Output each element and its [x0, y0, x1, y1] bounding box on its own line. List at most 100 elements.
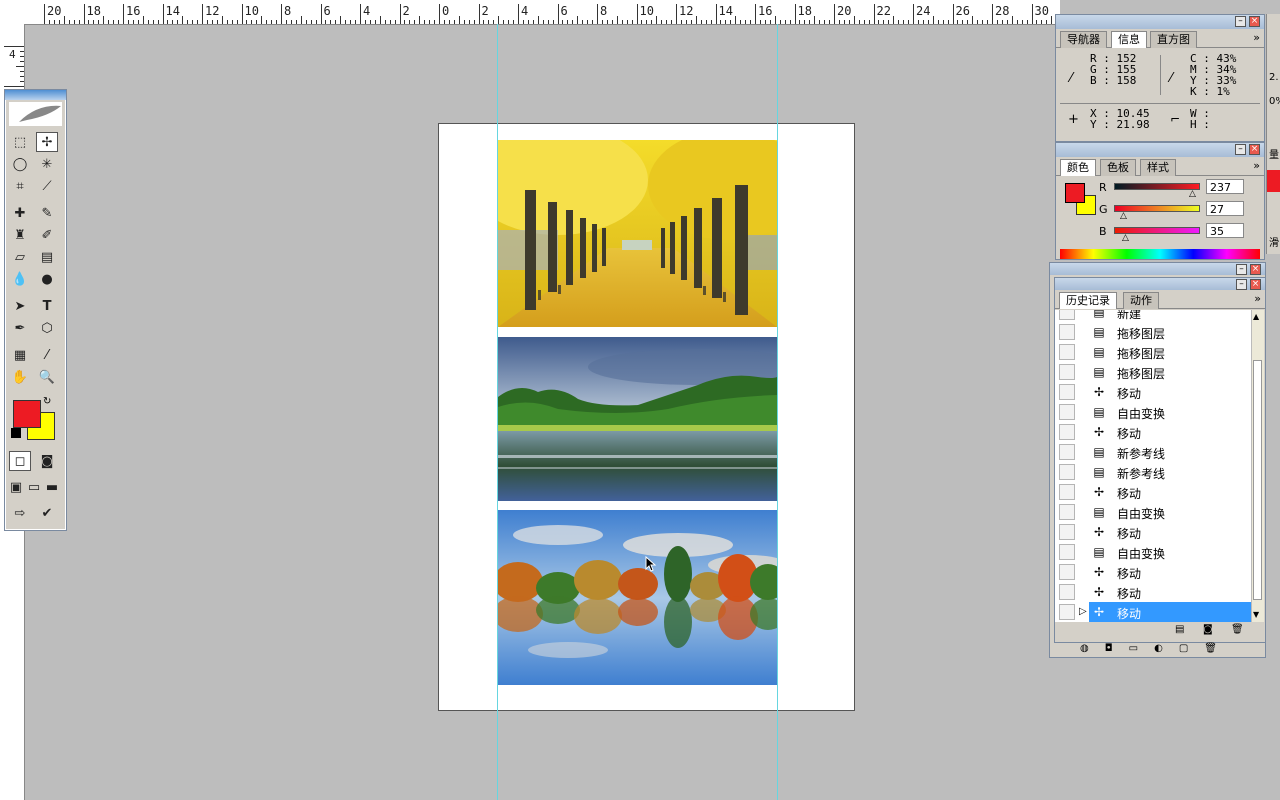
history-item[interactable]: ▤ 拖移图层 — [1059, 362, 1251, 382]
healing-brush-tool-icon[interactable]: ✚ — [9, 203, 31, 223]
tab-styles[interactable]: 样式 — [1140, 159, 1176, 176]
tab-actions[interactable]: 动作 — [1123, 292, 1159, 309]
hand-tool-icon[interactable]: ✋ — [9, 367, 31, 387]
history-panel[interactable]: – × – × 历史记录 动作 » ▤ 新建 ▤ 拖移图层 ▤ 拖移图层 ▤ 拖移图层 ✢ 移动 ▤… — [1049, 262, 1266, 658]
history-inner-titlebar[interactable]: – × — [1055, 278, 1265, 290]
history-item[interactable]: ▤ 自由变换 — [1059, 542, 1251, 562]
delete-layer-icon[interactable]: 🗑 — [1204, 643, 1233, 654]
color-panel[interactable]: – × 颜色 色板 样式 » R G B △ △ △ 237 27 35 — [1055, 142, 1265, 260]
shape-tool-icon[interactable]: ⬡ — [36, 318, 58, 338]
history-item[interactable]: ▤ 拖移图层 — [1059, 322, 1251, 342]
gradient-tool-icon[interactable]: ▤ — [36, 247, 58, 267]
toolbox-panel[interactable]: ⬚ ✢ ◯ ✳ ⌗ ⟋ ✚ ✎ ♜ ✐ ▱ ▤ 💧 ● ➤ T ✒ ⬡ ▦ ⁄ … — [4, 89, 67, 531]
history-scrollbar[interactable]: ▲ ▼ — [1251, 310, 1264, 622]
history-outer-close-button[interactable]: × — [1250, 264, 1261, 275]
history-outer-minimize-button[interactable]: – — [1236, 264, 1247, 275]
info-close-button[interactable]: × — [1249, 16, 1260, 27]
history-item[interactable]: ▤ 新参考线 — [1059, 442, 1251, 462]
new-document-from-state-icon[interactable]: ▤ — [1175, 624, 1184, 635]
r-value-input[interactable]: 237 — [1206, 179, 1244, 194]
history-item[interactable]: ▤ 拖移图层 — [1059, 342, 1251, 362]
lasso-tool-icon[interactable]: ◯ — [9, 154, 31, 174]
history-source-checkbox[interactable] — [1059, 384, 1075, 400]
history-item[interactable]: ✢ 移动 — [1059, 562, 1251, 582]
history-list[interactable]: ▤ 新建 ▤ 拖移图层 ▤ 拖移图层 ▤ 拖移图层 ✢ 移动 ▤ 自由变换 ✢ 移动 ▤ 新参考线 ▤ 新参考线 ✢… — [1055, 310, 1251, 622]
layer-mask-icon[interactable]: ◘ — [1105, 643, 1129, 654]
history-source-checkbox[interactable] — [1059, 344, 1075, 360]
path-selection-tool-icon[interactable]: ➤ — [9, 296, 31, 316]
new-layer-icon[interactable]: ▢ — [1179, 643, 1204, 654]
history-source-checkbox[interactable] — [1059, 564, 1075, 580]
history-item[interactable]: ▤ 自由变换 — [1059, 502, 1251, 522]
layer-style-icon[interactable]: ◍ — [1080, 643, 1105, 654]
history-item[interactable]: ✢ 移动 — [1059, 482, 1251, 502]
history-source-checkbox[interactable] — [1059, 444, 1075, 460]
history-brush-tool-icon[interactable]: ✐ — [36, 225, 58, 245]
tab-navigator[interactable]: 导航器 — [1060, 31, 1107, 48]
history-source-checkbox[interactable] — [1059, 484, 1075, 500]
history-item[interactable]: ✢ 移动 — [1059, 582, 1251, 602]
guide-line-right[interactable] — [777, 24, 778, 800]
history-state-slider-icon[interactable]: ▷ — [1079, 606, 1087, 617]
brush-tool-icon[interactable]: ✎ — [36, 203, 58, 223]
standard-mode-icon[interactable]: ◻ — [9, 451, 31, 471]
feather-logo-icon[interactable] — [9, 102, 62, 126]
toolbox-titlebar[interactable] — [5, 90, 66, 100]
color-spectrum-bar[interactable] — [1060, 249, 1260, 259]
info-panel-titlebar[interactable]: – × — [1056, 15, 1264, 29]
info-panel[interactable]: – × 导航器 信息 直方图 » ⁄ R : 152 G : 155 B : 1… — [1055, 14, 1265, 142]
g-value-input[interactable]: 27 — [1206, 201, 1244, 216]
history-item[interactable]: ✢ 移动 — [1059, 522, 1251, 542]
history-item[interactable]: ✢ 移动 — [1059, 422, 1251, 442]
history-source-checkbox[interactable] — [1059, 524, 1075, 540]
quick-mask-mode-icon[interactable]: ◙ — [36, 451, 58, 471]
info-minimize-button[interactable]: – — [1235, 16, 1246, 27]
new-group-icon[interactable]: ▭ — [1129, 643, 1154, 654]
b-slider-thumb[interactable]: △ — [1122, 233, 1129, 243]
info-menu-icon[interactable]: » — [1253, 31, 1260, 44]
history-source-checkbox[interactable] — [1059, 584, 1075, 600]
guide-line-left[interactable] — [497, 24, 498, 800]
blur-tool-icon[interactable]: 💧 — [9, 269, 31, 289]
screen-mode-full-menu-icon[interactable]: ▭ — [25, 477, 43, 497]
dodge-tool-icon[interactable]: ● — [36, 269, 58, 289]
tab-color[interactable]: 颜色 — [1060, 159, 1096, 176]
pen-tool-icon[interactable]: ✒ — [9, 318, 31, 338]
b-value-input[interactable]: 35 — [1206, 223, 1244, 238]
history-source-checkbox[interactable] — [1059, 310, 1075, 320]
tab-swatches[interactable]: 色板 — [1100, 159, 1136, 176]
r-slider-thumb[interactable]: △ — [1189, 189, 1196, 199]
color-menu-icon[interactable]: » — [1253, 159, 1260, 172]
history-minimize-button[interactable]: – — [1236, 279, 1247, 290]
tab-histogram[interactable]: 直方图 — [1150, 31, 1197, 48]
history-source-checkbox[interactable] — [1059, 604, 1075, 620]
photo-autumn-reflection[interactable] — [498, 510, 777, 685]
tab-info[interactable]: 信息 — [1111, 31, 1147, 48]
color-minimize-button[interactable]: – — [1235, 144, 1246, 155]
history-source-checkbox[interactable] — [1059, 464, 1075, 480]
history-item[interactable]: ▷ ✢ 移动 — [1059, 602, 1251, 622]
history-source-checkbox[interactable] — [1059, 544, 1075, 560]
scroll-thumb[interactable] — [1253, 360, 1262, 600]
screen-mode-standard-icon[interactable]: ▣ — [7, 477, 25, 497]
delete-state-icon[interactable]: 🗑 — [1231, 624, 1244, 635]
zoom-tool-icon[interactable]: 🔍 — [36, 367, 58, 387]
eyedropper-tool-icon[interactable]: ⁄ — [36, 345, 58, 365]
history-item[interactable]: ▤ 新建 — [1059, 310, 1251, 322]
history-inner-panel[interactable]: – × 历史记录 动作 » ▤ 新建 ▤ 拖移图层 ▤ 拖移图层 ▤ 拖移图层 ✢ 移动 ▤ 自由变换… — [1054, 277, 1266, 643]
edit-in-app-icon[interactable]: ✔ — [36, 503, 58, 523]
color-close-button[interactable]: × — [1249, 144, 1260, 155]
history-source-checkbox[interactable] — [1059, 504, 1075, 520]
r-slider[interactable] — [1114, 183, 1200, 190]
photo-green-lake[interactable] — [498, 337, 777, 501]
default-colors-icon[interactable] — [11, 428, 21, 438]
swap-colors-icon[interactable]: ↻ — [43, 396, 51, 407]
history-item[interactable]: ▤ 自由变换 — [1059, 402, 1251, 422]
history-source-checkbox[interactable] — [1059, 404, 1075, 420]
history-source-checkbox[interactable] — [1059, 324, 1075, 340]
photo-ginkgo-avenue[interactable] — [498, 140, 777, 327]
history-menu-icon[interactable]: » — [1254, 292, 1261, 305]
eraser-tool-icon[interactable]: ▱ — [9, 247, 31, 267]
history-source-checkbox[interactable] — [1059, 424, 1075, 440]
tab-history[interactable]: 历史记录 — [1059, 292, 1117, 309]
